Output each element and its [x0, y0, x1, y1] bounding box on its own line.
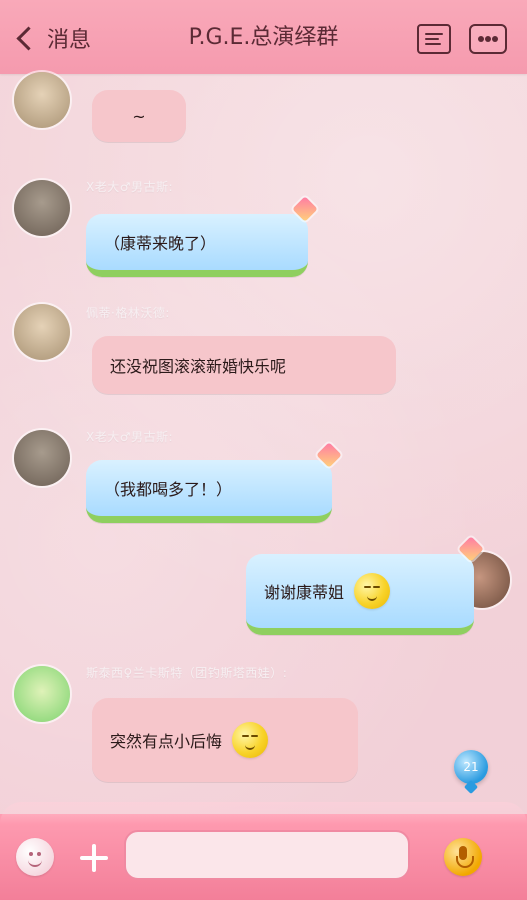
message-input[interactable]	[124, 830, 410, 880]
menu-line-icon	[425, 43, 441, 45]
avatar[interactable]	[14, 72, 70, 128]
message-text: ~	[132, 106, 146, 126]
smile-eye-icon	[29, 852, 33, 856]
group-members-button[interactable]	[469, 24, 507, 54]
message-bubble[interactable]: （康蒂来晚了）	[86, 214, 308, 277]
chat-menu-button[interactable]	[417, 24, 451, 54]
message-text: 谢谢康蒂姐	[264, 583, 345, 602]
menu-line-icon	[425, 38, 439, 40]
message-text: （我都喝多了！）	[104, 480, 233, 499]
message-bubble[interactable]: 还没祝图滚滚新婚快乐呢	[92, 336, 396, 394]
message-bubble[interactable]: ~	[92, 90, 186, 142]
add-attachment-button[interactable]	[76, 840, 112, 876]
message-bubble[interactable]: （我都喝多了！）	[86, 460, 332, 523]
new-messages-count: 21	[463, 760, 479, 774]
sender-name: X老大♂男古斯:	[86, 180, 174, 194]
composer-bar	[0, 802, 527, 900]
message-bubble[interactable]: 突然有点小后悔	[92, 698, 358, 782]
smile-mouth-icon	[28, 858, 42, 867]
members-dot-icon	[478, 36, 484, 42]
sender-name: 佩蒂·格林沃德:	[86, 306, 170, 320]
voice-button[interactable]	[444, 838, 482, 876]
avatar[interactable]	[14, 666, 70, 722]
new-messages-bubble[interactable]: 21	[454, 750, 488, 784]
emoji-button[interactable]	[16, 838, 54, 876]
blush-emoji-icon	[232, 722, 269, 758]
message-text: （康蒂来晚了）	[104, 234, 217, 253]
sender-name: X老大♂男古斯:	[86, 430, 174, 444]
slight-smile-emoji-icon	[354, 573, 391, 609]
message-text: 突然有点小后悔	[110, 732, 223, 751]
avatar[interactable]	[14, 180, 70, 236]
avatar[interactable]	[14, 430, 70, 486]
microphone-stand-icon	[456, 856, 474, 868]
sender-name: 斯泰西♀兰卡斯特（团钓斯塔西娃）:	[86, 666, 288, 680]
message-text: 还没祝图滚滚新婚快乐呢	[110, 357, 287, 376]
avatar[interactable]	[14, 304, 70, 360]
smile-eye-icon	[37, 852, 41, 856]
top-bar: 消息 P.G.E.总演绎群	[0, 0, 527, 74]
message-list[interactable]: ~ X老大♂男古斯: （康蒂来晚了） 佩蒂·格林沃德: 还没祝图滚滚新婚快乐呢 …	[0, 72, 527, 814]
menu-line-icon	[425, 33, 443, 35]
message-bubble[interactable]: 谢谢康蒂姐	[246, 554, 474, 635]
members-dot-icon	[492, 36, 498, 42]
members-dot-icon	[485, 36, 491, 42]
